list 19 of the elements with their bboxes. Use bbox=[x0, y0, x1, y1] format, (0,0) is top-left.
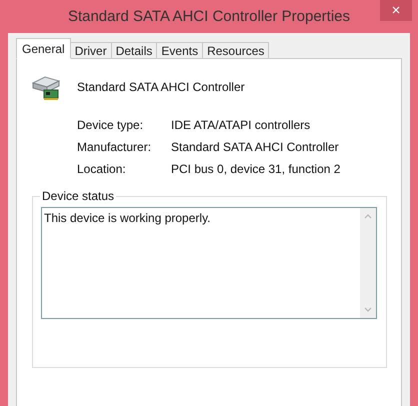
tab[interactable]: Details bbox=[112, 42, 158, 59]
property-label: Device type: bbox=[77, 118, 144, 132]
close-button[interactable]: × bbox=[380, 0, 412, 21]
group-title: Device status bbox=[40, 189, 116, 203]
property-label: Manufacturer: bbox=[77, 140, 152, 154]
device-name: Standard SATA AHCI Controller bbox=[77, 80, 245, 94]
scroll-up-icon[interactable] bbox=[363, 212, 373, 220]
tab[interactable]: Resources bbox=[203, 42, 270, 59]
property-value: Standard SATA AHCI Controller bbox=[171, 140, 340, 154]
status-message: This device is working properly. bbox=[43, 210, 212, 227]
property-value: PCI bus 0, device 31, function 2 bbox=[171, 162, 342, 176]
scroll-down-icon[interactable] bbox=[363, 306, 373, 314]
window-title: Standard SATA AHCI Controller Properties bbox=[68, 8, 350, 25]
tab[interactable]: General bbox=[16, 38, 71, 59]
tab[interactable]: Driver bbox=[70, 42, 112, 59]
property-label: Location: bbox=[77, 162, 127, 176]
tab[interactable]: Events bbox=[157, 42, 204, 59]
scroll-bar[interactable] bbox=[360, 208, 376, 318]
property-value: IDE ATA/ATAPI controllers bbox=[171, 118, 312, 132]
